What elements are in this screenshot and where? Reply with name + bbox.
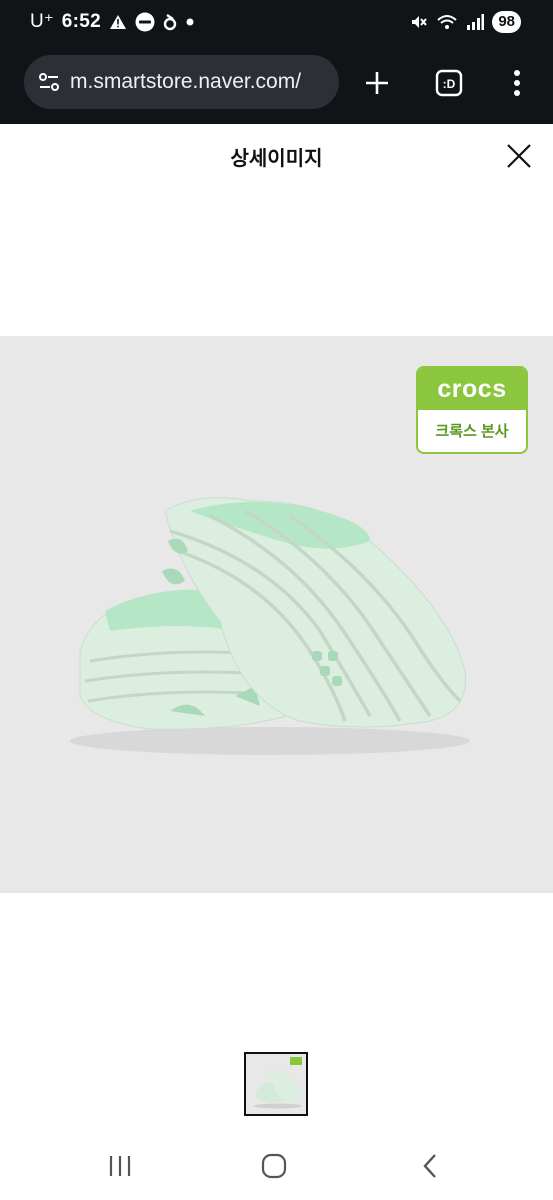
notification-badge-icon [135,12,155,32]
page-title: 상세이미지 [230,148,323,170]
tab-switcher-icon[interactable]: :D [432,66,466,100]
home-icon[interactable] [258,1150,290,1182]
new-tab-icon[interactable] [360,66,394,100]
status-right: 98 [410,11,521,33]
page-header: 상세이미지 [0,124,553,188]
wifi-icon [436,13,458,31]
svg-text::D: :D [443,77,456,91]
app-icon [163,13,177,31]
url-text[interactable]: m.smartstore.naver.com/ [70,70,301,94]
close-icon[interactable] [505,142,533,170]
battery-level: 98 [492,11,521,33]
carrier-label: U⁺ [30,11,54,32]
browser-toolbar: m.smartstore.naver.com/ :D [0,44,553,124]
back-icon[interactable] [414,1150,446,1182]
more-icon[interactable] [500,66,534,100]
status-bar: U⁺ 6:52 98 [0,0,553,44]
badge-brand: crocs [418,368,526,410]
clock: 6:52 [61,10,101,32]
site-settings-icon[interactable] [36,69,62,95]
system-nav-bar [0,1128,553,1200]
address-bar[interactable]: m.smartstore.naver.com/ [24,55,339,109]
signal-icon [466,14,485,30]
clog-shoe-image [70,497,470,755]
dot-icon [185,17,195,27]
recent-apps-icon[interactable] [104,1150,136,1182]
alert-icon [109,14,127,30]
brand-badge: crocs 크록스 본사 [416,366,528,454]
mute-icon [410,13,428,31]
badge-text: 크록스 본사 [435,423,509,440]
image-thumbnail[interactable] [244,1052,308,1116]
status-left: U⁺ 6:52 [30,10,195,33]
thumbnail-shoe-image [254,1057,302,1109]
product-image: crocs 크록스 본사 [0,336,553,893]
